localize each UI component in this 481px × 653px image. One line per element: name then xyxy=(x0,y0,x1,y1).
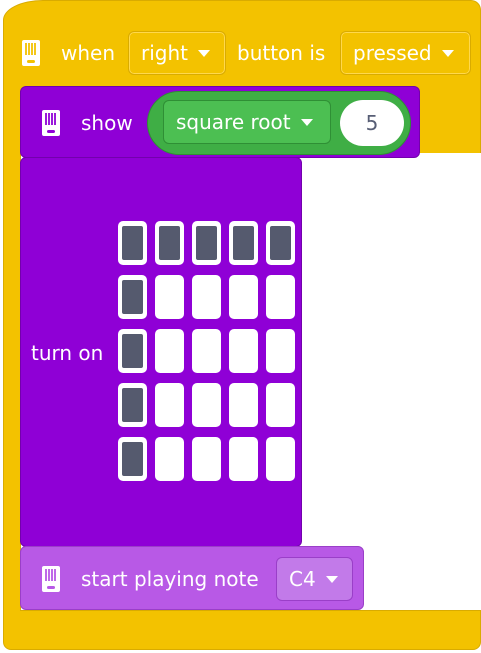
led-cell-r3-c3[interactable] xyxy=(192,329,221,373)
hub-icon xyxy=(40,564,62,594)
state-dropdown[interactable]: pressed xyxy=(340,31,471,75)
led-cell-r5-c5[interactable] xyxy=(266,437,295,481)
led-cell-r1-c4[interactable] xyxy=(229,221,258,265)
led-cell-r5-c3[interactable] xyxy=(192,437,221,481)
led-cell-r3-c2[interactable] xyxy=(155,329,184,373)
led-cell-r1-c1[interactable] xyxy=(118,221,147,265)
led-cell-r1-c2[interactable] xyxy=(155,221,184,265)
hub-icon xyxy=(40,108,62,138)
led-cell-r4-c4[interactable] xyxy=(229,383,258,427)
led-cell-r3-c5[interactable] xyxy=(266,329,295,373)
button-dropdown-value: right xyxy=(141,41,188,65)
led-cell-r2-c2[interactable] xyxy=(155,275,184,319)
chevron-down-icon xyxy=(441,49,454,57)
led-cell-r5-c1[interactable] xyxy=(118,437,147,481)
led-cell-r2-c1[interactable] xyxy=(118,275,147,319)
hub-icon xyxy=(20,38,42,68)
turn-on-label: turn on xyxy=(31,341,104,365)
note-dropdown[interactable]: C4 xyxy=(276,557,353,601)
led-cell-r5-c4[interactable] xyxy=(229,437,258,481)
note-dropdown-value: C4 xyxy=(289,567,316,591)
led-cell-r3-c4[interactable] xyxy=(229,329,258,373)
chevron-down-icon xyxy=(300,118,313,126)
show-label: show xyxy=(81,111,133,135)
led-matrix[interactable] xyxy=(118,221,295,487)
led-cell-r2-c5[interactable] xyxy=(266,275,295,319)
led-cell-r4-c2[interactable] xyxy=(155,383,184,427)
led-cell-r4-c3[interactable] xyxy=(192,383,221,427)
operator-dropdown-value: square root xyxy=(176,110,291,134)
led-cell-r2-c3[interactable] xyxy=(192,275,221,319)
button-dropdown[interactable]: right xyxy=(128,31,226,75)
operand-value: 5 xyxy=(365,111,379,135)
led-cell-r3-c1[interactable] xyxy=(118,329,147,373)
led-cell-r1-c5[interactable] xyxy=(266,221,295,265)
led-cell-r4-c1[interactable] xyxy=(118,383,147,427)
chevron-down-icon xyxy=(325,575,338,583)
event-block-divider xyxy=(20,610,481,611)
when-label: when xyxy=(61,41,116,65)
led-cell-r2-c4[interactable] xyxy=(229,275,258,319)
button-is-label: button is xyxy=(237,41,326,65)
state-dropdown-value: pressed xyxy=(353,41,432,65)
note-label: start playing note xyxy=(81,567,259,591)
operand-input[interactable]: 5 xyxy=(340,100,404,146)
led-cell-r5-c2[interactable] xyxy=(155,437,184,481)
led-cell-r1-c3[interactable] xyxy=(192,221,221,265)
led-cell-r4-c5[interactable] xyxy=(266,383,295,427)
operator-dropdown[interactable]: square root xyxy=(163,100,331,144)
chevron-down-icon xyxy=(198,49,210,57)
